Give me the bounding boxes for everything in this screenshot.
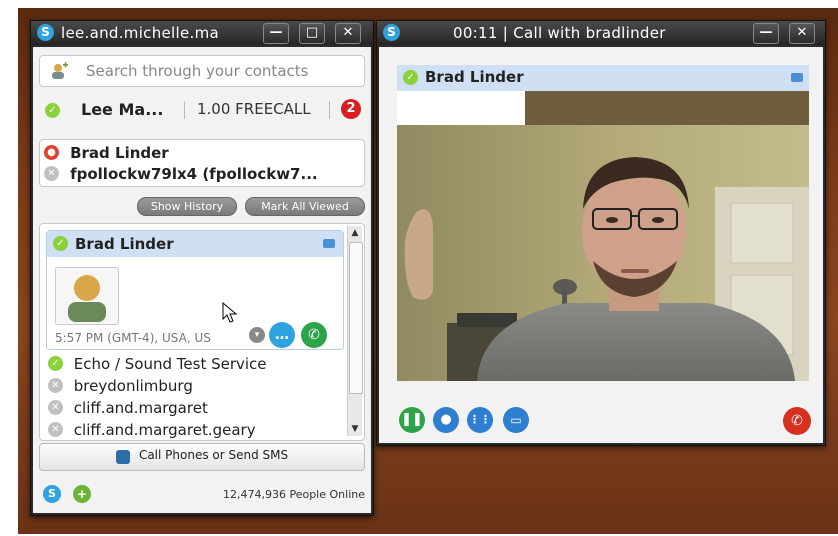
list-item[interactable]: ✕ breydonlimburg (48, 376, 193, 395)
close-button[interactable]: ✕ (335, 23, 361, 44)
account-credit[interactable]: 1.00 FREECALL (197, 100, 311, 118)
video-frame-image (397, 91, 809, 381)
status-footer: S + 12,474,936 People Online (33, 477, 371, 513)
dialpad-icon (115, 450, 130, 464)
minimize-button[interactable]: — (753, 23, 779, 44)
contact-name: breydonlimburg (73, 376, 193, 395)
scrollbar[interactable]: ▲ ▼ (347, 226, 363, 436)
contacts-window-title: lee.and.michelle.ma (61, 24, 219, 42)
avatar[interactable] (55, 267, 119, 325)
offline-status-icon: ✕ (44, 166, 59, 181)
busy-status-icon: ● (44, 145, 59, 160)
selected-contact-card[interactable]: ✓ Brad Linder 5:57 PM (GMT-4), USA, US ▾… (46, 230, 344, 350)
list-item[interactable]: ✕ cliff.and.margaret (48, 398, 208, 417)
recent-contact-name: Brad Linder (70, 143, 169, 162)
contact-card-name: Brad Linder (75, 235, 174, 253)
contacts-panel: Search through your contacts ✓ Lee Ma...… (33, 47, 371, 513)
account-status-bar: ✓ Lee Ma... 1.00 FREECALL 2 (39, 95, 365, 125)
contact-name: cliff.and.margaret.geary (73, 420, 256, 439)
status-online-icon: ✓ (403, 70, 418, 85)
call-panel: ✓ Brad Linder ❚❚ ● ⋮⋮ ▭ ✆ (379, 47, 823, 443)
contacts-window: S lee.and.michelle.ma — □ ✕ Search throu… (30, 20, 374, 516)
add-contact-icon[interactable] (50, 62, 68, 80)
search-input[interactable]: Search through your contacts (86, 62, 308, 80)
maximize-button[interactable]: □ (299, 23, 325, 44)
video-icon (791, 73, 803, 82)
call-window-title: 00:11 | Call with bradlinder (453, 24, 666, 42)
list-item[interactable]: ✕ cliff.and.margaret.geary (48, 420, 256, 439)
hold-call-button[interactable]: ❚❚ (399, 407, 425, 433)
status-online-icon[interactable]: ✓ (45, 103, 60, 118)
call-titlebar[interactable]: S 00:11 | Call with bradlinder — ✕ (377, 21, 825, 45)
divider (329, 101, 330, 119)
minimize-button[interactable]: — (263, 23, 289, 44)
skype-logo-icon: S (37, 24, 54, 41)
list-item[interactable]: ● Brad Linder (44, 142, 169, 162)
offline-status-icon: ✕ (48, 378, 63, 393)
contacts-titlebar[interactable]: S lee.and.michelle.ma — □ ✕ (31, 21, 373, 45)
skype-logo-icon: S (383, 24, 400, 41)
call-contact-bar: ✓ Brad Linder (397, 65, 809, 91)
list-item[interactable]: ✓ Echo / Sound Test Service (48, 354, 267, 373)
microphone-button[interactable]: ● (433, 407, 459, 433)
contact-name: Echo / Sound Test Service (73, 354, 267, 373)
search-box[interactable]: Search through your contacts (39, 55, 365, 87)
call-phones-label: Call Phones or Send SMS (138, 447, 289, 462)
show-history-button[interactable]: Show History (137, 197, 237, 216)
divider (184, 101, 185, 119)
offline-status-icon: ✕ (48, 422, 63, 437)
contact-local-time: 5:57 PM (GMT-4), USA, US (55, 331, 211, 345)
mouse-cursor-icon (222, 302, 238, 323)
call-phones-button[interactable]: Call Phones or Send SMS (39, 443, 365, 471)
offline-status-icon: ✕ (48, 400, 63, 415)
call-window: S 00:11 | Call with bradlinder — ✕ ✓ Bra… (376, 20, 826, 446)
chat-button[interactable]: … (269, 322, 295, 348)
video-chat-button[interactable]: ▭ (503, 407, 529, 433)
contact-list: ✓ Brad Linder 5:57 PM (GMT-4), USA, US ▾… (39, 223, 365, 441)
more-options-icon[interactable]: ▾ (249, 327, 265, 343)
scroll-thumb[interactable] (349, 242, 363, 394)
contact-name: cliff.and.margaret (73, 398, 208, 417)
scroll-up-icon[interactable]: ▲ (348, 226, 362, 240)
account-name[interactable]: Lee Ma... (81, 100, 163, 119)
contact-card-header: ✓ Brad Linder (47, 231, 343, 257)
scroll-down-icon[interactable]: ▼ (348, 422, 362, 436)
mark-all-viewed-button[interactable]: Mark All Viewed (245, 197, 365, 216)
video-feed[interactable] (397, 91, 809, 381)
recent-contact-name: fpollockw79lx4 (fpollockw7... (70, 164, 318, 183)
dialpad-button[interactable]: ⋮⋮ (467, 407, 493, 433)
call-button[interactable]: ✆ (301, 322, 327, 348)
add-contact-icon[interactable]: + (73, 485, 91, 503)
list-item[interactable]: ✕ fpollockw79lx4 (fpollockw7... (44, 163, 318, 183)
notification-badge[interactable]: 2 (341, 99, 361, 119)
video-icon (323, 239, 335, 248)
skype-home-icon[interactable]: S (43, 485, 61, 503)
hang-up-button[interactable]: ✆ (783, 407, 811, 435)
status-online-icon: ✓ (53, 236, 68, 251)
recent-conversations: ● Brad Linder ✕ fpollockw79lx4 (fpollock… (39, 139, 365, 187)
people-online-count: 12,474,936 People Online (222, 488, 365, 501)
caller-name: Brad Linder (425, 68, 524, 86)
close-button[interactable]: ✕ (789, 23, 815, 44)
status-online-icon: ✓ (48, 356, 63, 371)
